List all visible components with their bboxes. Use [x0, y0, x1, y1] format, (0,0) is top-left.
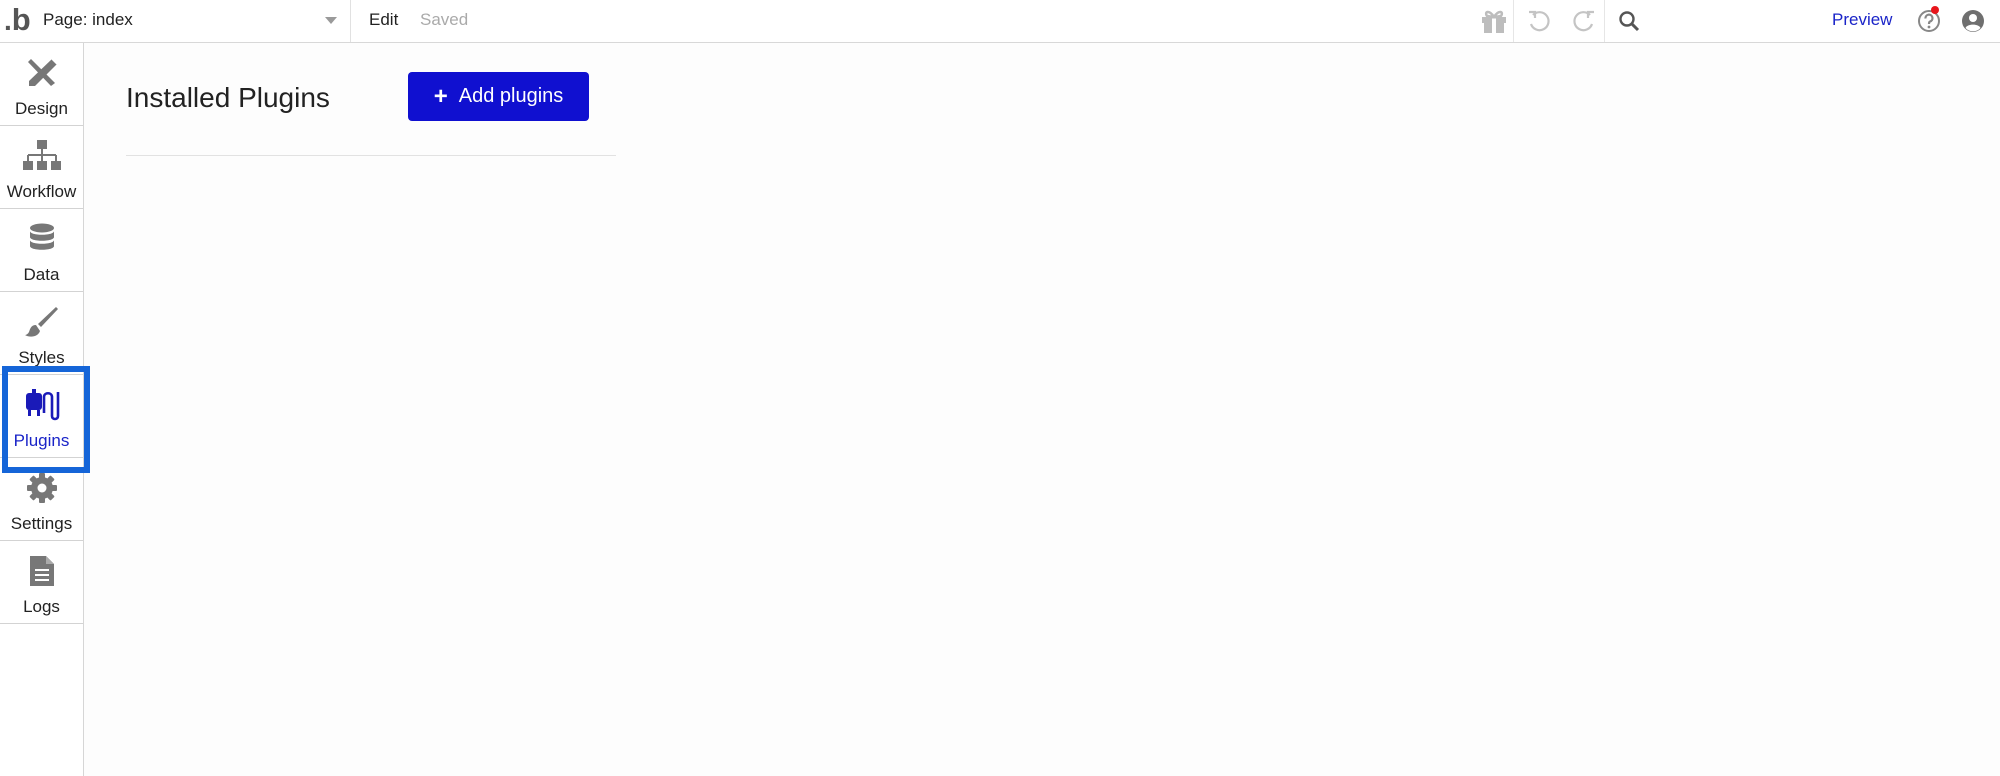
page-title: Installed Plugins [126, 82, 330, 113]
search-button[interactable] [1612, 0, 1646, 42]
brush-icon [24, 307, 58, 337]
page-selector[interactable]: Page: index [35, 0, 351, 42]
undo-icon [1529, 10, 1550, 32]
redo-button[interactable] [1564, 0, 1605, 42]
gift-icon [1482, 10, 1506, 33]
add-plugins-button[interactable]: + Add plugins [408, 72, 589, 121]
sidebar-item-label: Logs [23, 597, 60, 616]
design-icon [27, 58, 58, 86]
sidebar-item-settings[interactable]: Settings [0, 458, 83, 541]
sidebar: Design Workflow Data Styles Plugins Sett… [0, 43, 84, 776]
page-selector-label: Page: index [43, 10, 133, 29]
sidebar-item-logs[interactable]: Logs [0, 541, 83, 624]
sidebar-item-design[interactable]: Design [0, 43, 83, 126]
preview-link[interactable]: Preview [1832, 10, 1892, 30]
sidebar-item-label: Design [15, 99, 68, 118]
sidebar-item-workflow[interactable]: Workflow [0, 126, 83, 209]
top-bar: .b Page: index Edit Saved Preview [0, 0, 2000, 43]
bubble-logo[interactable]: .b [4, 3, 31, 37]
account-button[interactable] [1956, 0, 1990, 42]
notification-badge [1931, 6, 1939, 14]
plus-icon: + [433, 82, 448, 110]
chevron-down-icon [325, 17, 337, 24]
gift-button[interactable] [1475, 0, 1514, 42]
sidebar-item-label: Workflow [6, 182, 77, 201]
sidebar-item-plugins[interactable]: Plugins [0, 375, 83, 458]
search-icon [1619, 11, 1640, 32]
gear-icon [26, 473, 57, 503]
sidebar-item-styles[interactable]: Styles [0, 292, 83, 375]
edit-label: Edit [369, 10, 399, 29]
sidebar-item-label: Data [23, 265, 60, 284]
sidebar-item-data[interactable]: Data [0, 209, 83, 292]
undo-button[interactable] [1520, 0, 1558, 42]
sidebar-item-label: Settings [10, 514, 73, 533]
redo-icon [1573, 10, 1594, 32]
saved-status: Saved [420, 10, 469, 29]
document-icon [29, 556, 54, 586]
add-plugins-label: Add plugins [458, 85, 564, 107]
workflow-icon [22, 140, 61, 170]
user-icon [1962, 10, 1984, 32]
sidebar-item-label: Plugins [13, 431, 70, 450]
database-icon [29, 223, 54, 250]
sidebar-item-label: Styles [18, 348, 65, 367]
help-button[interactable] [1914, 0, 1944, 42]
divider [126, 155, 616, 156]
plug-icon [25, 389, 59, 421]
